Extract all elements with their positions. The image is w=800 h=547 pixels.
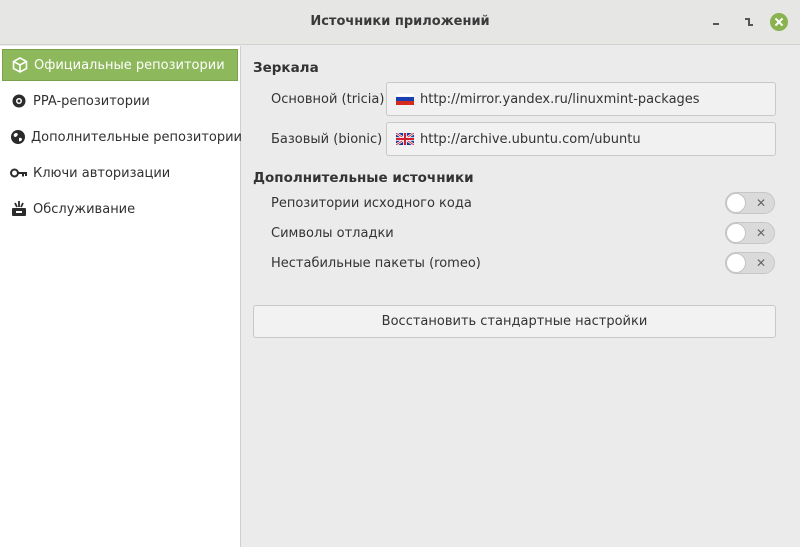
titlebar: Источники приложений	[0, 0, 800, 45]
main-mirror-button[interactable]: http://mirror.yandex.ru/linuxmint-packag…	[386, 82, 776, 116]
mirrors-heading: Зеркала	[253, 60, 319, 76]
uk-flag-icon	[395, 132, 415, 146]
sidebar-item-label: Дополнительные репозитории	[31, 129, 242, 145]
package-icon	[11, 56, 29, 74]
base-mirror-label: Базовый (bionic)	[271, 132, 383, 147]
maintenance-icon	[10, 200, 28, 218]
globe-icon	[10, 128, 26, 146]
toggle-off-icon: ✕	[755, 196, 766, 210]
close-button[interactable]	[770, 13, 788, 31]
maximize-button[interactable]	[740, 13, 758, 31]
sidebar-item-authentication-keys[interactable]: Ключи авторизации	[2, 157, 238, 189]
sidebar-item-ppa[interactable]: PPA-репозитории	[2, 85, 238, 117]
sidebar-item-official-repositories[interactable]: Официальные репозитории	[2, 49, 238, 81]
sidebar: Официальные репозитории PPA-репозитории …	[0, 46, 242, 547]
sidebar-item-label: Официальные репозитории	[34, 57, 225, 73]
source-code-toggle[interactable]: ✕	[725, 192, 775, 214]
ppa-disc-icon	[10, 92, 28, 110]
toggle-knob	[726, 193, 746, 213]
minimize-button[interactable]	[708, 13, 726, 31]
toggle-off-icon: ✕	[755, 256, 766, 270]
source-code-label: Репозитории исходного кода	[271, 196, 472, 211]
window-title: Источники приложений	[310, 14, 490, 29]
debug-symbols-toggle[interactable]: ✕	[725, 222, 775, 244]
additional-sources-heading: Дополнительные источники	[253, 170, 474, 186]
sidebar-item-label: PPA-репозитории	[33, 93, 150, 109]
main-mirror-label: Основной (tricia)	[271, 92, 385, 107]
toggle-off-icon: ✕	[755, 226, 766, 240]
main-panel: Зеркала Основной (tricia) http://mirror.…	[242, 46, 800, 547]
software-sources-window: Источники приложений Официальные репозит…	[0, 0, 800, 547]
toggle-knob	[726, 253, 746, 273]
sidebar-item-maintenance[interactable]: Обслуживание	[2, 193, 238, 225]
base-mirror-button[interactable]: http://archive.ubuntu.com/ubuntu	[386, 122, 776, 156]
sidebar-item-label: Обслуживание	[33, 201, 136, 217]
toggle-knob	[726, 223, 746, 243]
base-mirror-url: http://archive.ubuntu.com/ubuntu	[420, 131, 641, 147]
key-icon	[10, 164, 28, 182]
unstable-packages-label: Нестабильные пакеты (romeo)	[271, 256, 481, 271]
sidebar-item-additional-repositories[interactable]: Дополнительные репозитории	[2, 121, 242, 153]
russia-flag-icon	[395, 92, 415, 105]
sidebar-item-label: Ключи авторизации	[33, 165, 171, 181]
restore-defaults-button[interactable]: Восстановить стандартные настройки	[253, 305, 776, 338]
main-mirror-url: http://mirror.yandex.ru/linuxmint-packag…	[420, 91, 700, 107]
debug-symbols-label: Символы отладки	[271, 226, 394, 241]
unstable-packages-toggle[interactable]: ✕	[725, 252, 775, 274]
